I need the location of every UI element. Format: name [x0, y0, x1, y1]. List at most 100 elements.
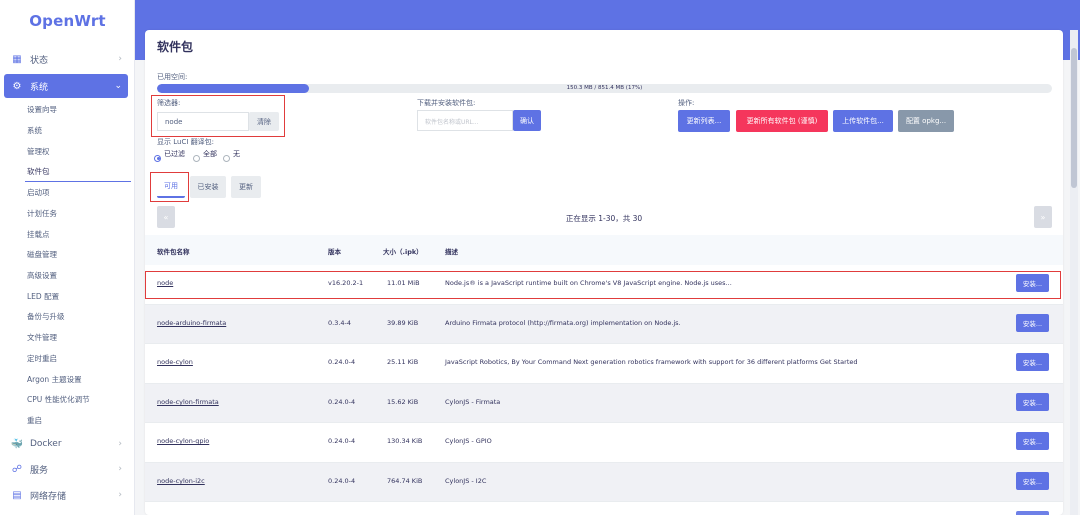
docker-icon: 🐳: [10, 438, 24, 450]
radio-icon: [193, 154, 200, 162]
luci-label: 显示 LuCI 翻译包:: [157, 138, 214, 146]
header-name: 软件包名称: [157, 248, 190, 256]
package-description: JavaScript Robotics, By Your Command Nex…: [445, 358, 858, 366]
nav-sub-disk[interactable]: 磁盘管理: [27, 249, 57, 261]
nav-services[interactable]: ☍ 服务 ›: [4, 457, 128, 481]
package-description: CylonJS - Firmata: [445, 398, 501, 406]
nav-docker[interactable]: 🐳 Docker ›: [4, 432, 128, 456]
chevron-right-icon: ›: [118, 464, 122, 474]
install-button-partial[interactable]: [1016, 511, 1049, 515]
install-button[interactable]: 安装...: [1016, 274, 1049, 292]
package-size: 764.74 KiB: [387, 477, 423, 485]
nav-system[interactable]: ⚙ 系统 ⌄: [4, 74, 128, 98]
link-icon: ☍: [11, 463, 23, 475]
tab-available[interactable]: 可用: [157, 176, 185, 198]
configure-opkg-button[interactable]: 配置 opkg...: [898, 110, 954, 132]
nav-sub-cpufreq[interactable]: CPU 性能优化调节: [27, 394, 90, 406]
space-label: 已用空间:: [157, 73, 188, 81]
filter-input[interactable]: node: [157, 112, 249, 131]
nav-sub-startup[interactable]: 启动项: [27, 187, 50, 199]
nav-sub-backup[interactable]: 备份与升级: [27, 311, 65, 323]
nav-sub-argon[interactable]: Argon 主题设置: [27, 374, 82, 386]
package-name-link[interactable]: node-arduino-firmata: [157, 319, 226, 327]
package-name-link[interactable]: node-cylon-i2c: [157, 477, 205, 485]
package-size: 11.01 MiB: [387, 279, 420, 287]
table-header: 软件包名称 版本 大小（.ipk） 描述: [145, 235, 1063, 265]
nav-nas[interactable]: ▤ 网络存储 ›: [4, 483, 128, 507]
nav-docker-label: Docker: [30, 439, 62, 449]
nav-sub-filemanager[interactable]: 文件管理: [27, 332, 57, 344]
nav-sub-reboot[interactable]: 重启: [27, 415, 42, 427]
package-size: 130.34 KiB: [387, 437, 423, 445]
luci-radio-filtered[interactable]: 已过滤: [154, 149, 185, 162]
nav-sub-admin[interactable]: 管理权: [27, 146, 50, 158]
install-button[interactable]: 安装...: [1016, 314, 1049, 332]
upload-package-button[interactable]: 上传软件包...: [833, 110, 893, 132]
dashboard-icon: ▦: [12, 53, 22, 65]
filter-clear-button[interactable]: 清除: [249, 112, 279, 131]
sidebar: OpenWrt ▦ 状态 › ⚙ 系统 ⌄ 设置向导 系统 管理权 软件包 启动…: [0, 0, 135, 515]
package-version: 0.24.0-4: [328, 477, 356, 485]
nav-services-label: 服务: [30, 465, 49, 476]
nav-system-label: 系统: [30, 82, 49, 93]
next-page-button[interactable]: »: [1034, 206, 1052, 228]
install-button[interactable]: 安装...: [1016, 432, 1049, 450]
tab-updates[interactable]: 更新: [231, 176, 261, 198]
luci-option-all: 全部: [203, 150, 217, 158]
chevron-right-icon: ›: [118, 490, 122, 500]
package-description: CylonJS - I2C: [445, 477, 487, 485]
nav-sub-autoreboot[interactable]: 定时重启: [27, 353, 57, 365]
brand-logo: OpenWrt: [29, 12, 106, 30]
luci-radio-none[interactable]: 无: [223, 149, 240, 162]
table-row: node-arduino-firmata 0.3.4-4 39.89 KiB A…: [145, 304, 1063, 343]
package-description: Node.js® is a JavaScript runtime built o…: [445, 279, 732, 287]
update-lists-button[interactable]: 更新列表...: [678, 110, 730, 132]
package-size: 15.62 KiB: [387, 398, 419, 406]
luci-option-filtered: 已过滤: [164, 150, 185, 158]
chevron-right-icon: ›: [118, 54, 122, 64]
package-description: CylonJS - GPIO: [445, 437, 492, 445]
nav-sub-mounts[interactable]: 挂载点: [27, 229, 50, 241]
scrollbar-thumb[interactable]: [1071, 48, 1077, 188]
nav-sub-system[interactable]: 系统: [27, 125, 42, 137]
package-size: 39.89 KiB: [387, 319, 419, 327]
install-button[interactable]: 安装...: [1016, 472, 1049, 490]
gear-icon: ⚙: [12, 80, 22, 92]
download-confirm-button[interactable]: 确认: [513, 110, 541, 131]
table-row: node-cylon 0.24.0-4 25.11 KiB JavaScript…: [145, 343, 1063, 382]
package-name-link[interactable]: node-cylon-gpio: [157, 437, 209, 445]
package-name-link[interactable]: node-cylon-firmata: [157, 398, 219, 406]
nav-sub-software[interactable]: 软件包: [25, 166, 129, 182]
table-row: node-cylon-gpio 0.24.0-4 130.34 KiB Cylo…: [145, 422, 1063, 461]
chevron-down-icon: ⌄: [114, 81, 122, 91]
nav-status-label: 状态: [30, 55, 49, 66]
nav-sub-wizard[interactable]: 设置向导: [27, 104, 57, 116]
nav-status[interactable]: ▦ 状态 ›: [4, 47, 128, 71]
install-button[interactable]: 安装...: [1016, 393, 1049, 411]
header-version: 版本: [328, 248, 341, 256]
luci-radio-all[interactable]: 全部: [193, 149, 217, 162]
actions-label: 操作:: [678, 99, 695, 107]
nav-sub-advanced[interactable]: 高级设置: [27, 270, 57, 282]
header-description: 描述: [445, 248, 458, 256]
luci-option-none: 无: [233, 150, 240, 158]
nav-sub-led[interactable]: LED 配置: [27, 291, 59, 303]
nav-sub-crontab[interactable]: 计划任务: [27, 208, 57, 220]
upgrade-all-button[interactable]: 更新所有软件包 (谨慎): [736, 110, 828, 132]
install-button[interactable]: 安装...: [1016, 353, 1049, 371]
table-row: node v16.20.2-1 11.01 MiB Node.js® is a …: [145, 265, 1063, 304]
package-name-link[interactable]: node-cylon: [157, 358, 193, 366]
pagination-text: 正在显示 1-30，共 30: [565, 214, 643, 223]
scrollbar[interactable]: [1070, 30, 1078, 515]
package-description: Arduino Firmata protocol (http://firmata…: [445, 319, 681, 327]
package-version: 0.3.4-4: [328, 319, 352, 327]
package-version: v16.20.2-1: [328, 279, 364, 287]
package-name-link[interactable]: node: [157, 279, 173, 287]
download-input[interactable]: 软件包名称或URL...: [417, 110, 513, 131]
tab-installed[interactable]: 已安装: [190, 176, 226, 198]
nav-nas-label: 网络存储: [30, 491, 67, 502]
table-row: node-cylon-i2c 0.24.0-4 764.74 KiB Cylon…: [145, 462, 1063, 501]
radio-icon: [223, 154, 230, 162]
table-row: [145, 501, 1063, 515]
filter-label: 筛选器:: [157, 99, 181, 107]
